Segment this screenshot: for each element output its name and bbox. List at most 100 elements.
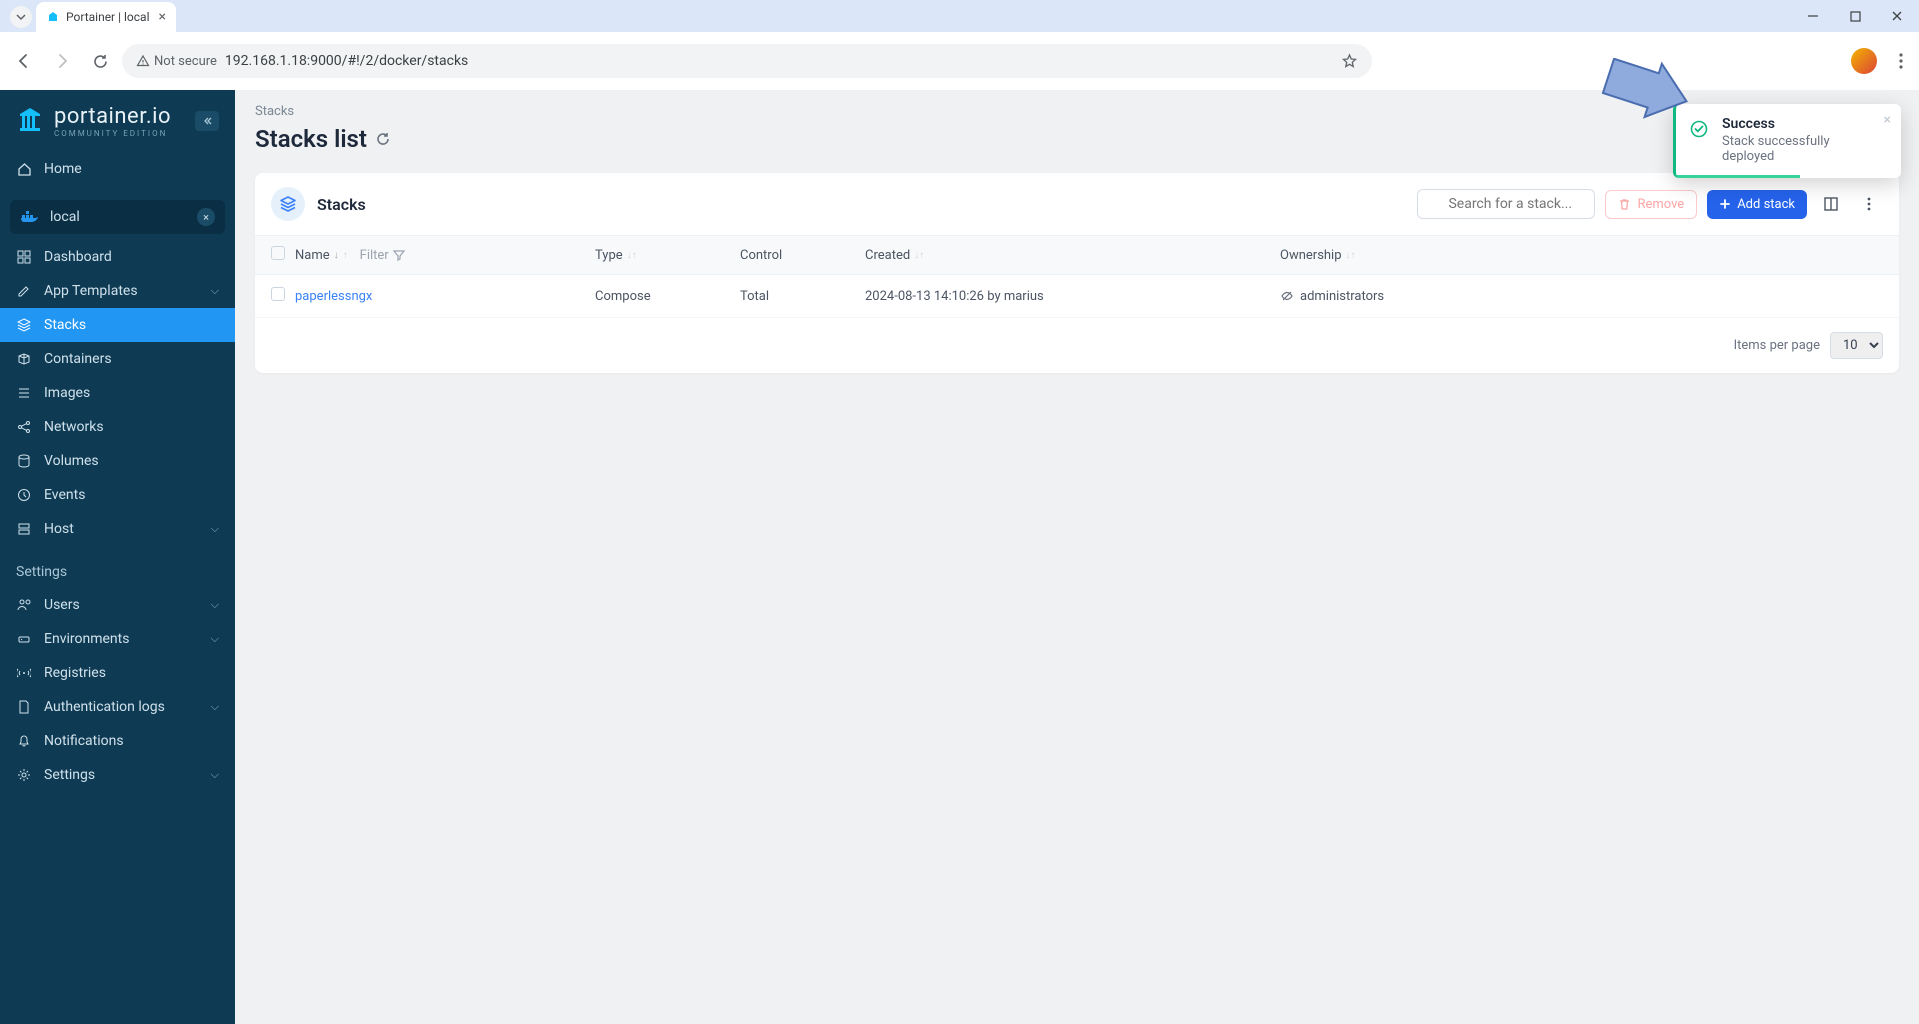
search-input[interactable]	[1417, 189, 1595, 219]
file-icon	[16, 700, 32, 714]
security-indicator[interactable]: Not secure	[136, 54, 217, 69]
server-icon	[16, 522, 32, 536]
more-button[interactable]	[1855, 190, 1883, 218]
forward-button[interactable]	[46, 45, 78, 77]
breadcrumb[interactable]: Stacks	[255, 104, 1899, 119]
remove-button[interactable]: Remove	[1605, 190, 1697, 219]
sidebar-item-label: Notifications	[44, 733, 124, 749]
remove-label: Remove	[1637, 197, 1684, 212]
add-label: Add stack	[1737, 197, 1795, 212]
sidebar-item-label: Stacks	[44, 317, 86, 333]
toast-success: Success Stack successfully deployed ×	[1673, 104, 1901, 178]
sidebar-item-containers[interactable]: Containers	[0, 342, 235, 376]
address-bar[interactable]: Not secure 192.168.1.18:9000/#!/2/docker…	[122, 44, 1372, 78]
layers-icon	[16, 318, 32, 332]
chevron-down-icon	[16, 12, 26, 22]
sidebar-item-home[interactable]: Home	[0, 152, 235, 186]
bookmark-star-icon[interactable]	[1341, 53, 1358, 70]
table-row: paperlessngx Compose Total 2024-08-13 14…	[255, 275, 1899, 318]
sidebar-item-events[interactable]: Events	[0, 478, 235, 512]
back-button[interactable]	[8, 45, 40, 77]
cell-ownership: administrators	[1280, 289, 1883, 304]
sidebar-item-app-templates[interactable]: App Templates ⌵	[0, 274, 235, 308]
sidebar-collapse-button[interactable]	[195, 111, 219, 131]
table-footer: Items per page 10	[255, 318, 1899, 373]
sidebar-item-settings[interactable]: Settings ⌵	[0, 758, 235, 792]
sidebar-item-label: Events	[44, 487, 85, 503]
docker-icon	[20, 209, 40, 225]
card-title: Stacks	[317, 195, 366, 214]
add-stack-button[interactable]: Add stack	[1707, 190, 1807, 219]
sidebar-item-stacks[interactable]: Stacks	[0, 308, 235, 342]
sidebar-logo[interactable]: portainer.io COMMUNITY EDITION	[0, 90, 235, 152]
eye-off-icon	[1280, 289, 1294, 303]
hard-drive-icon	[16, 632, 32, 646]
sidebar-item-networks[interactable]: Networks	[0, 410, 235, 444]
sidebar-item-volumes[interactable]: Volumes	[0, 444, 235, 478]
dashboard-icon	[16, 250, 32, 264]
sort-desc-icon: ↓	[334, 250, 339, 261]
tab-bar: Portainer | local ×	[0, 0, 1919, 32]
sidebar-section-settings: Settings	[0, 546, 235, 588]
items-per-page-select[interactable]: 10	[1830, 332, 1883, 359]
layers-icon	[271, 187, 305, 221]
window-controls	[1799, 4, 1911, 28]
page-title: Stacks list	[255, 125, 1899, 153]
table-header: Name ↓ ↑ Filter Type ↓↑ Control Created	[255, 235, 1899, 275]
reload-button[interactable]	[84, 45, 116, 77]
cell-created: 2024-08-13 14:10:26 by marius	[865, 289, 1280, 304]
chevron-down-icon: ⌵	[211, 284, 219, 298]
column-created[interactable]: Created ↓↑	[865, 248, 1280, 263]
refresh-icon[interactable]	[375, 131, 391, 147]
sidebar-item-registries[interactable]: Registries	[0, 656, 235, 690]
warning-icon	[136, 54, 150, 68]
browser-chrome: Portainer | local × Not secure 192.168.1…	[0, 0, 1919, 90]
column-name[interactable]: Name ↓ ↑ Filter	[295, 248, 595, 263]
database-icon	[16, 454, 32, 468]
sort-icon: ↓↑	[1346, 250, 1356, 261]
sidebar-item-notifications[interactable]: Notifications	[0, 724, 235, 758]
sidebar-item-label: Volumes	[44, 453, 99, 469]
sidebar-item-label: Dashboard	[44, 249, 112, 265]
column-control[interactable]: Control	[740, 248, 865, 263]
sidebar-environment-chip[interactable]: local ×	[10, 200, 225, 234]
sidebar-item-dashboard[interactable]: Dashboard	[0, 240, 235, 274]
toast-close-icon[interactable]: ×	[1884, 112, 1891, 128]
column-type[interactable]: Type ↓↑	[595, 248, 740, 263]
sidebar-item-host[interactable]: Host ⌵	[0, 512, 235, 546]
sidebar-item-users[interactable]: Users ⌵	[0, 588, 235, 622]
list-icon	[16, 386, 32, 400]
sidebar-item-label: Environments	[44, 631, 129, 647]
browser-tab[interactable]: Portainer | local ×	[36, 2, 176, 32]
page-title-text: Stacks list	[255, 125, 367, 153]
close-window-button[interactable]	[1883, 4, 1911, 28]
column-ownership[interactable]: Ownership ↓↑	[1280, 248, 1883, 263]
environment-close-icon[interactable]: ×	[197, 208, 215, 226]
select-all-checkbox[interactable]	[271, 246, 285, 260]
tab-search-dropdown[interactable]	[10, 6, 32, 28]
brand-name: portainer.io	[54, 104, 171, 129]
gear-icon	[16, 768, 32, 782]
toast-progress	[1676, 175, 1800, 178]
chevron-down-icon: ⌵	[211, 768, 219, 782]
profile-avatar[interactable]	[1851, 48, 1877, 74]
stack-link[interactable]: paperlessngx	[295, 289, 372, 304]
check-circle-icon	[1690, 120, 1708, 138]
minimize-button[interactable]	[1799, 4, 1827, 28]
columns-button[interactable]	[1817, 190, 1845, 218]
items-per-page-label: Items per page	[1734, 338, 1820, 353]
chevron-down-icon: ⌵	[211, 632, 219, 646]
browser-menu-icon[interactable]	[1891, 53, 1911, 69]
sidebar-item-environments[interactable]: Environments ⌵	[0, 622, 235, 656]
row-checkbox[interactable]	[271, 287, 285, 301]
portainer-logo-icon	[16, 106, 44, 136]
columns-icon	[1823, 196, 1839, 212]
chevron-down-icon: ⌵	[211, 598, 219, 612]
sidebar-item-images[interactable]: Images	[0, 376, 235, 410]
filter-button[interactable]: Filter	[360, 248, 405, 263]
kebab-icon	[1867, 197, 1871, 211]
tab-close-icon[interactable]: ×	[159, 9, 166, 25]
sidebar-item-auth-logs[interactable]: Authentication logs ⌵	[0, 690, 235, 724]
maximize-button[interactable]	[1841, 4, 1869, 28]
chevron-down-icon: ⌵	[211, 522, 219, 536]
